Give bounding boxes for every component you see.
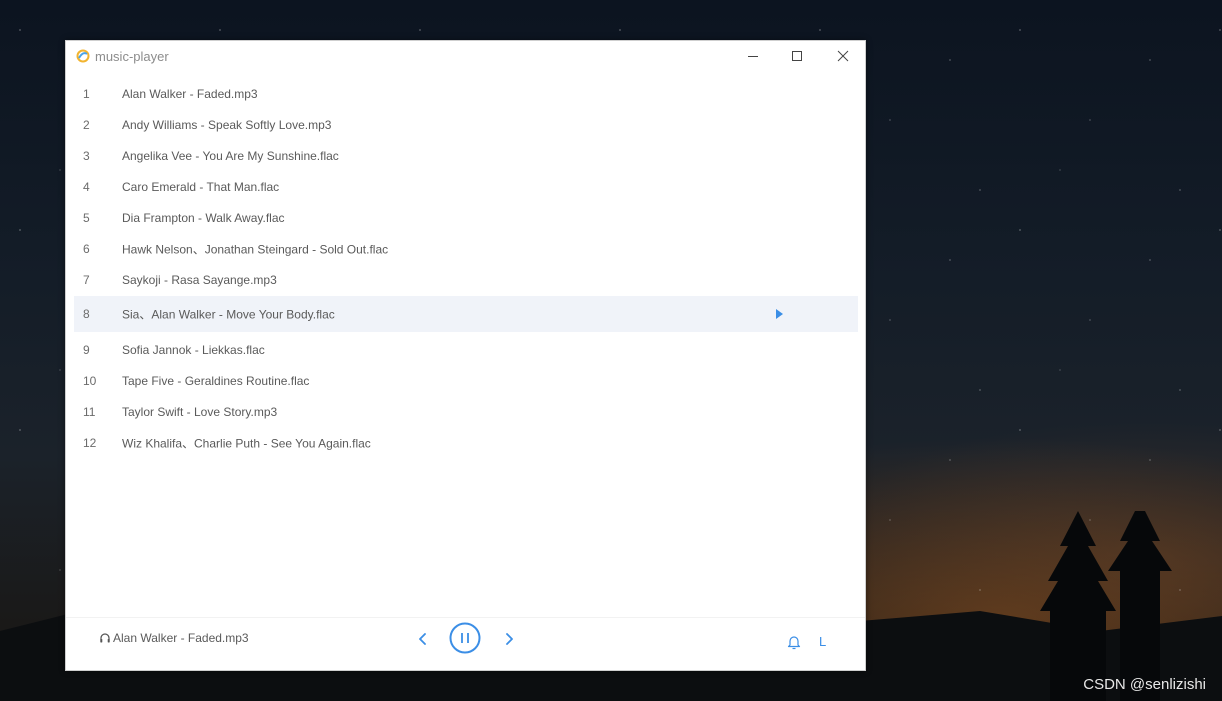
song-index: 12 [83, 435, 97, 450]
song-row[interactable]: 6 Hawk Nelson、Jonathan Steingard - Sold … [74, 233, 858, 264]
song-index: 10 [83, 373, 97, 388]
song-name: Taylor Swift - Love Story.mp3 [122, 404, 278, 419]
app-logo-icon [76, 49, 90, 63]
minimize-icon [748, 56, 758, 57]
song-index: 6 [83, 241, 90, 256]
now-playing: Alan Walker - Faded.mp3 [99, 631, 249, 645]
song-name: Dia Frampton - Walk Away.flac [122, 210, 285, 225]
song-index: 4 [83, 179, 90, 194]
close-icon [837, 50, 849, 62]
song-index: 8 [83, 307, 90, 321]
watermark-text: CSDN @senlizishi [1083, 676, 1206, 693]
song-row[interactable]: 11 Taylor Swift - Love Story.mp3 [74, 396, 858, 427]
window-title: music-player [95, 49, 169, 64]
song-name: Sofia Jannok - Liekkas.flac [122, 342, 265, 357]
title-bar[interactable]: music-player [66, 41, 865, 71]
song-row[interactable]: 1 Alan Walker - Faded.mp3 [74, 78, 858, 109]
song-index: 7 [83, 272, 90, 287]
song-name: Sia、Alan Walker - Move Your Body.flac [122, 307, 335, 322]
song-index: 5 [83, 210, 90, 225]
song-name: Saykoji - Rasa Sayange.mp3 [122, 272, 277, 287]
song-index: 1 [83, 86, 90, 101]
previous-icon[interactable] [416, 631, 430, 647]
maximize-button[interactable] [775, 41, 819, 71]
maximize-icon [792, 51, 802, 61]
headphone-icon [100, 633, 110, 643]
song-row[interactable]: 7 Saykoji - Rasa Sayange.mp3 [74, 264, 858, 295]
close-button[interactable] [821, 41, 865, 71]
song-row[interactable]: 4 Caro Emerald - That Man.flac [74, 171, 858, 202]
song-row[interactable]: 9 Sofia Jannok - Liekkas.flac [74, 334, 858, 365]
loop-mode-button[interactable]: L [819, 634, 826, 649]
song-name: Wiz Khalifa、Charlie Puth - See You Again… [122, 436, 371, 450]
player-control-bar: Alan Walker - Faded.mp3 L [66, 617, 865, 670]
now-playing-title: Alan Walker - Faded.mp3 [113, 631, 249, 645]
song-row[interactable]: 10 Tape Five - Geraldines Routine.flac [74, 365, 858, 396]
pause-icon[interactable] [449, 622, 481, 654]
music-player-window: music-player 1 Alan Walker - Faded.mp3 2… [65, 40, 866, 671]
song-name: Hawk Nelson、Jonathan Steingard - Sold Ou… [122, 242, 389, 256]
song-row-highlighted[interactable]: 8 Sia、Alan Walker - Move Your Body.flac [74, 296, 858, 332]
song-row[interactable]: 12 Wiz Khalifa、Charlie Puth - See You Ag… [74, 427, 858, 458]
song-name: Alan Walker - Faded.mp3 [122, 86, 258, 101]
play-indicator-icon[interactable] [776, 309, 783, 319]
song-index: 2 [83, 117, 90, 132]
song-name: Tape Five - Geraldines Routine.flac [122, 373, 310, 388]
song-row[interactable]: 2 Andy Williams - Speak Softly Love.mp3 [74, 109, 858, 140]
song-name: Andy Williams - Speak Softly Love.mp3 [122, 117, 332, 132]
song-index: 9 [83, 342, 90, 357]
song-index: 3 [83, 148, 90, 163]
next-icon[interactable] [502, 631, 516, 647]
song-row[interactable]: 3 Angelika Vee - You Are My Sunshine.fla… [74, 140, 858, 171]
song-row[interactable]: 5 Dia Frampton - Walk Away.flac [74, 202, 858, 233]
bell-icon[interactable] [787, 634, 801, 650]
playlist: 1 Alan Walker - Faded.mp3 2 Andy William… [74, 78, 858, 458]
song-name: Angelika Vee - You Are My Sunshine.flac [122, 148, 339, 163]
song-index: 11 [83, 404, 96, 419]
song-name: Caro Emerald - That Man.flac [122, 179, 280, 194]
minimize-button[interactable] [731, 41, 775, 71]
